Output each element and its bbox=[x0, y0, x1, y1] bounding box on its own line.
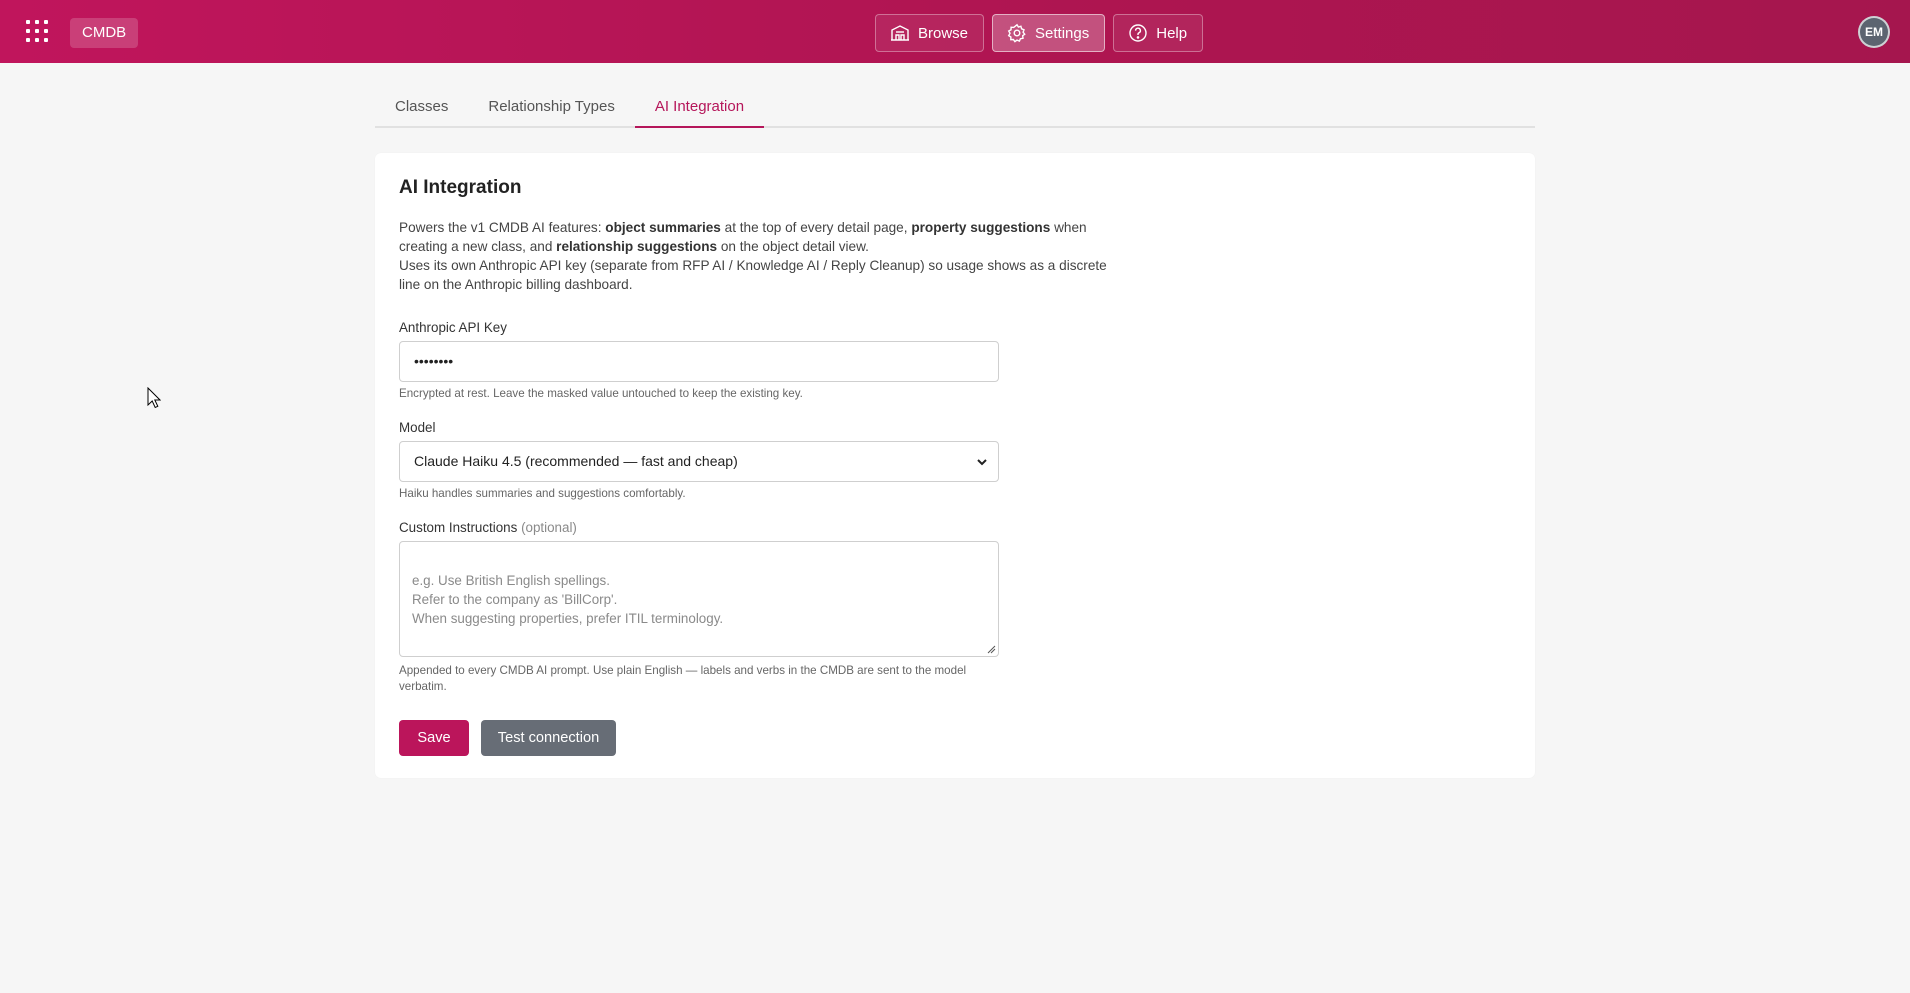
description-paragraph-2: Uses its own Anthropic API key (separate… bbox=[399, 258, 1107, 292]
optional-hint: (optional) bbox=[521, 520, 577, 535]
ai-integration-card: AI Integration Powers the v1 CMDB AI fea… bbox=[375, 153, 1535, 778]
test-connection-button[interactable]: Test connection bbox=[481, 720, 616, 756]
building-icon bbox=[891, 25, 909, 41]
description: Powers the v1 CMDB AI features: object s… bbox=[399, 218, 1119, 294]
user-avatar[interactable]: EM bbox=[1858, 16, 1890, 48]
instructions-help: Appended to every CMDB AI prompt. Use pl… bbox=[399, 664, 967, 693]
tab-ai-integration[interactable]: AI Integration bbox=[634, 88, 765, 128]
nav-browse-button[interactable]: Browse bbox=[875, 14, 985, 52]
help-circle-icon bbox=[1129, 24, 1147, 42]
model-label: Model bbox=[399, 420, 436, 435]
instructions-placeholder: e.g. Use British English spellings. Refe… bbox=[412, 573, 724, 626]
brand-badge[interactable]: CMDB bbox=[70, 18, 139, 48]
custom-instructions-textarea[interactable]: e.g. Use British English spellings. Refe… bbox=[399, 541, 999, 657]
nav-settings-button[interactable]: Settings bbox=[992, 14, 1106, 52]
nav-settings-label: Settings bbox=[1035, 24, 1090, 42]
main-nav: Browse Settings Help bbox=[875, 14, 1204, 52]
model-help: Haiku handles summaries and suggestions … bbox=[399, 487, 686, 500]
model-select[interactable]: Claude Haiku 4.5 (recommended — fast and… bbox=[399, 441, 999, 482]
api-key-input[interactable]: •••••••• bbox=[399, 341, 999, 382]
chevron-down-icon bbox=[977, 459, 987, 466]
nav-help-button[interactable]: Help bbox=[1113, 14, 1204, 52]
nav-help-label: Help bbox=[1156, 24, 1188, 42]
settings-tabs: Classes Relationship Types AI Integratio… bbox=[375, 88, 1535, 128]
tab-classes[interactable]: Classes bbox=[375, 88, 468, 128]
save-button[interactable]: Save bbox=[399, 720, 469, 756]
api-key-label: Anthropic API Key bbox=[399, 320, 507, 335]
nav-browse-label: Browse bbox=[918, 24, 969, 42]
resize-handle-icon[interactable] bbox=[986, 644, 996, 654]
description-paragraph-1: Powers the v1 CMDB AI features: object s… bbox=[399, 220, 1087, 254]
top-bar: CMDB Browse Settings Help EM bbox=[0, 0, 1910, 63]
model-selected-value: Claude Haiku 4.5 (recommended — fast and… bbox=[414, 453, 738, 469]
app-launcher-icon[interactable] bbox=[26, 20, 48, 42]
instructions-label: Custom Instructions (optional) bbox=[399, 520, 577, 535]
page-title: AI Integration bbox=[399, 177, 522, 198]
mouse-cursor-icon bbox=[147, 387, 161, 409]
tab-relationship-types[interactable]: Relationship Types bbox=[468, 88, 634, 128]
api-key-help: Encrypted at rest. Leave the masked valu… bbox=[399, 387, 803, 400]
gear-icon bbox=[1007, 23, 1026, 43]
